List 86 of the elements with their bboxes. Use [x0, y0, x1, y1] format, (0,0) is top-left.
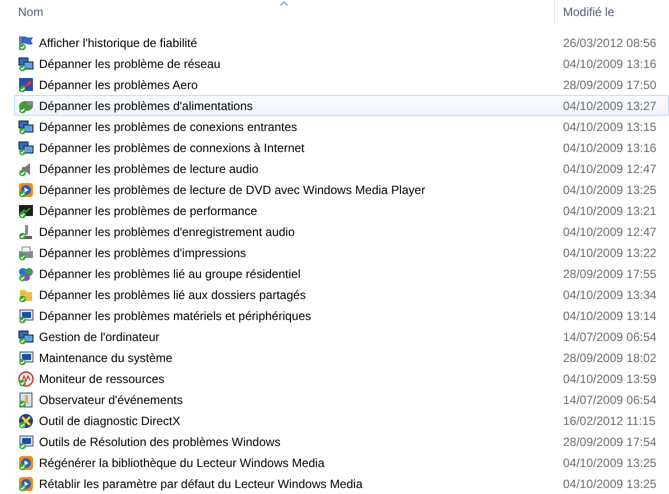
modified-date: 28/09/2009 18:02 — [563, 350, 656, 364]
modified-date: 04/10/2009 13:59 — [563, 372, 656, 386]
file-name: Outils de Résolution des problèmes Windows — [39, 434, 282, 448]
file-name: Dépanner les problèmes lié aux dossiers partagés — [39, 288, 307, 302]
column-header[interactable]: Modifié le — [563, 5, 614, 19]
file-name: Dépanner les problèmes lié au groupe résidentiel — [39, 266, 302, 280]
play-icon — [18, 454, 34, 470]
file-name: Moniteur de ressources — [39, 372, 166, 386]
monitor-icon — [18, 350, 34, 366]
modified-date: 04/10/2009 13:16 — [563, 140, 656, 154]
file-name: Dépanner les problèmes d'enregistrement audio — [39, 224, 296, 238]
file-row[interactable]: Dépanner les problèmes d'enregistrement audio 04/10/2009 12:47 — [14, 221, 669, 242]
file-name: Dépanner les problèmes de connexions à Internet — [39, 140, 306, 154]
modified-date: 04/10/2009 13:25 — [563, 182, 656, 196]
file-row[interactable]: Dépanner les problèmes de connexions à Internet 04/10/2009 13:16 — [14, 137, 669, 158]
file-row[interactable]: Dépanner les problèmes d'impressions 04/10/2009 13:22 — [14, 242, 669, 263]
file-name: Dépanner les problèmes Aero — [39, 78, 199, 92]
file-row[interactable]: Outils de Résolution des problèmes Windows 28/09/2009 17:54 — [14, 431, 669, 452]
file-row[interactable]: Régénérer la bibliothèque du Lecteur Windows Media 04/10/2009 13:25 — [14, 452, 669, 473]
modified-date: 26/03/2012 08:56 — [563, 36, 656, 50]
monitor-icon — [18, 308, 34, 324]
file-name: Dépanner les problèmes d'alimentations — [39, 98, 254, 112]
modified-date: 28/09/2009 17:54 — [563, 434, 656, 448]
modified-date: 04/10/2009 13:15 — [563, 120, 656, 134]
file-row[interactable]: Afficher l'historique de fiabilité 26/03/2012 08:56 — [14, 32, 669, 53]
file-row[interactable]: Moniteur de ressources 04/10/2009 13:59 — [14, 368, 669, 389]
file-name: Dépanner les problèmes de conexions entrantes — [39, 120, 298, 134]
modified-date: 04/10/2009 12:47 — [563, 224, 656, 238]
modified-date: 14/07/2009 06:54 — [563, 330, 656, 344]
file-name: Dépanner les problèmes de lecture de DVD avec Windows Media Player — [39, 182, 426, 196]
column-header[interactable]: Nom — [18, 5, 44, 19]
file-name: Rétablir les paramètre par défaut du Lecteur Windows Media — [39, 476, 364, 490]
modified-date: 04/10/2009 12:47 — [563, 162, 656, 176]
modified-date: 04/10/2009 13:25 — [563, 456, 656, 470]
window-icon — [18, 76, 34, 92]
modified-date: 04/10/2009 13:34 — [563, 288, 656, 302]
file-row[interactable]: Maintenance du système 28/09/2009 18:02 — [14, 347, 669, 368]
file-row[interactable]: Gestion de l'ordinateur 14/07/2009 06:54 — [14, 326, 669, 347]
file-row[interactable]: Observateur d'événements 14/07/2009 06:54 — [14, 389, 669, 410]
network-icon — [18, 140, 34, 156]
modified-date: 04/10/2009 13:16 — [563, 56, 656, 70]
modified-date: 28/09/2009 17:55 — [563, 266, 656, 280]
file-row[interactable]: Dépanner les problème de réseau 04/10/2009 13:16 — [14, 53, 669, 74]
modified-date: 14/07/2009 06:54 — [563, 392, 656, 406]
play-icon — [18, 182, 34, 198]
people-icon — [18, 266, 34, 282]
file-row[interactable]: Rétablir les paramètre par défaut du Lecteur Windows Media 04/10/2009 13:25 — [14, 473, 669, 494]
gauge-icon — [18, 370, 34, 386]
network-icon — [18, 118, 34, 134]
file-row[interactable]: Dépanner les problèmes matériels et périphériques 04/10/2009 13:14 — [14, 305, 669, 326]
file-row[interactable]: Dépanner les problèmes de conexions entrantes 04/10/2009 13:15 — [14, 116, 669, 137]
log-icon — [18, 392, 34, 408]
modified-date: 04/10/2009 13:21 — [563, 204, 656, 218]
file-row[interactable]: Dépanner les problèmes de lecture de DVD avec Windows Media Player 04/10/2009 13:25 — [14, 179, 669, 200]
file-name: Dépanner les problèmes de lecture audio — [39, 162, 260, 176]
modified-date: 16/02/2012 11:15 — [563, 414, 656, 428]
file-row[interactable]: Dépanner les problèmes lié au groupe résidentiel 28/09/2009 17:55 — [14, 263, 669, 284]
modified-date: 04/10/2009 13:14 — [563, 308, 656, 322]
flag-icon — [18, 34, 34, 50]
file-row[interactable]: Outil de diagnostic DirectX 16/02/2012 11:15 — [14, 410, 669, 431]
file-row[interactable]: Dépanner les problèmes de lecture audio 04/10/2009 12:47 — [14, 158, 669, 179]
file-name: Maintenance du système — [39, 350, 174, 364]
file-name: Afficher l'historique de fiabilité — [39, 36, 198, 50]
file-name: Dépanner les problèmes d'impressions — [39, 246, 248, 260]
file-name: Outil de diagnostic DirectX — [39, 414, 182, 428]
modified-date: 04/10/2009 13:22 — [563, 246, 656, 260]
monitor-icon — [18, 202, 34, 218]
modified-date: 04/10/2009 13:25 — [563, 476, 656, 490]
file-name: Dépanner les problèmes matériels et périphériques — [39, 308, 312, 322]
network-icon — [18, 56, 34, 72]
file-row[interactable]: Dépanner les problèmes d'alimentations 04/10/2009 13:27 — [14, 95, 669, 116]
file-row[interactable]: Dépanner les problèmes lié aux dossiers partagés 04/10/2009 13:34 — [14, 284, 669, 305]
file-name: Dépanner les problèmes de performance — [39, 204, 258, 218]
file-row[interactable]: Dépanner les problèmes Aero 28/09/2009 17:50 — [14, 74, 669, 95]
file-name: Régénérer la bibliothèque du Lecteur Windows Media — [39, 456, 326, 470]
monitor-icon — [18, 434, 34, 450]
printer-icon — [18, 244, 34, 260]
network-icon — [18, 328, 34, 344]
play-icon — [18, 476, 34, 492]
file-name: Observateur d'événements — [39, 392, 184, 406]
file-row[interactable]: Dépanner les problèmes de performance 04/10/2009 13:21 — [14, 200, 669, 221]
modified-date: 04/10/2009 13:27 — [563, 98, 656, 112]
modified-date: 28/09/2009 17:50 — [563, 78, 656, 92]
cross-icon — [18, 412, 34, 428]
file-name: Gestion de l'ordinateur — [39, 330, 160, 344]
file-name: Dépanner les problème de réseau — [39, 56, 222, 70]
